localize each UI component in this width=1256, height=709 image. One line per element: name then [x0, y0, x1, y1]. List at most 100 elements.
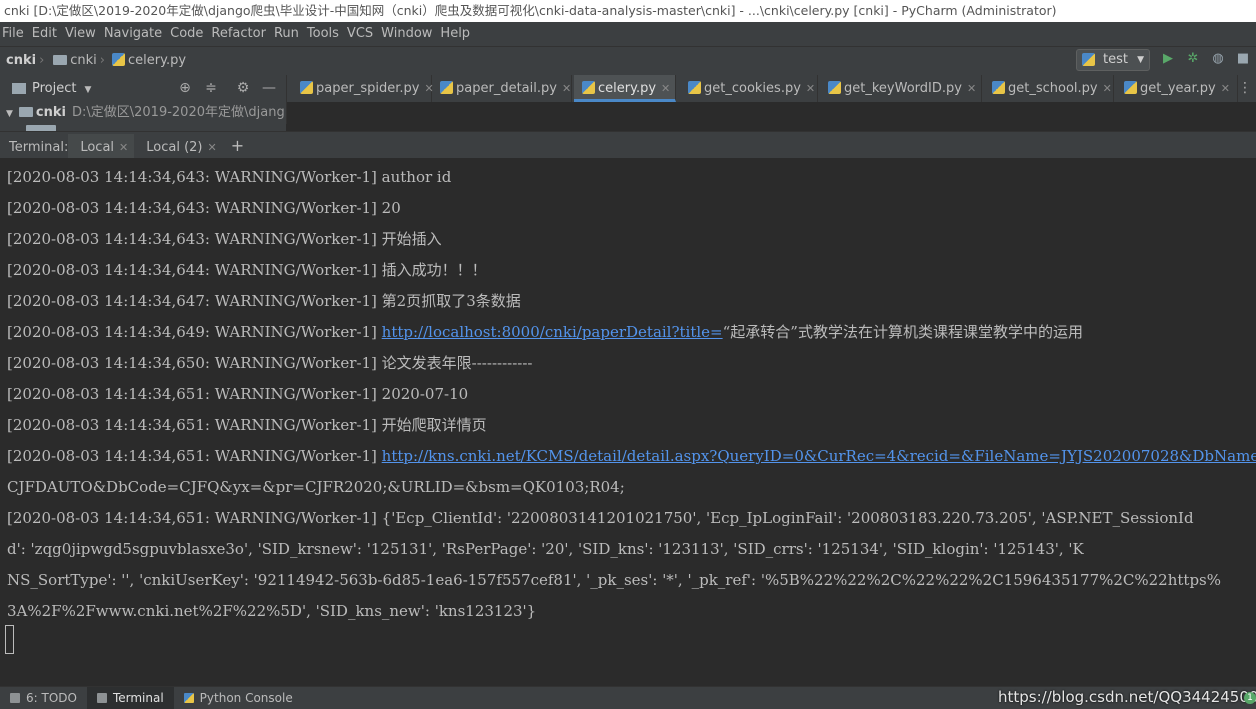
menu-edit[interactable]: Edit	[28, 22, 61, 46]
tab-get-year[interactable]: get_year.py ✕	[1116, 75, 1238, 102]
menu-view[interactable]: View	[61, 22, 100, 46]
terminal-line: [2020-08-03 14:14:34,649: WARNING/Worker…	[7, 323, 1083, 341]
close-icon[interactable]: ✕	[661, 82, 670, 95]
tab-label: get_keyWordID.py	[844, 81, 962, 96]
close-icon[interactable]: ✕	[1221, 82, 1230, 95]
menu-help[interactable]: Help	[436, 22, 474, 46]
tab-get-school[interactable]: get_school.py ✕	[984, 75, 1114, 102]
terminal-line: [2020-08-03 14:14:34,643: WARNING/Worker…	[7, 168, 452, 186]
terminal-line: [2020-08-03 14:14:34,643: WARNING/Worker…	[7, 230, 442, 248]
editor-area	[287, 102, 1256, 124]
todo-icon	[10, 693, 20, 703]
tab-row: Project ▼ ⊕ ≑ ⚙ — paper_spider.py ✕ paper_…	[0, 75, 1256, 103]
terminal-tab-local-2[interactable]: Local (2) ✕	[134, 134, 222, 161]
coverage-icon[interactable]: ◍	[1210, 51, 1226, 67]
terminal-line: CJFDAUTO&DbCode=CJFQ&yx=&pr=CJFR2020;&UR…	[7, 478, 625, 496]
run-configuration-select[interactable]: test ▼	[1076, 49, 1150, 71]
terminal-line: [2020-08-03 14:14:34,651: WARNING/Worker…	[7, 385, 469, 403]
tab-label: paper_spider.py	[316, 81, 420, 96]
terminal-line: [2020-08-03 14:14:34,644: WARNING/Worker…	[7, 261, 487, 279]
python-file-icon	[112, 53, 125, 66]
python-file-icon	[300, 81, 313, 94]
terminal-line: [2020-08-03 14:14:34,643: WARNING/Worker…	[7, 199, 401, 217]
breadcrumb-file[interactable]: celery.py	[128, 47, 186, 75]
navigation-bar: cnki › cnki › celery.py	[0, 46, 1256, 76]
tab-celery[interactable]: celery.py ✕	[574, 75, 676, 102]
tool-tab-python-console[interactable]: Python Console	[174, 687, 303, 709]
collapse-icon[interactable]: ≑	[202, 75, 220, 102]
tab-get-keywordid[interactable]: get_keyWordID.py ✕	[820, 75, 982, 102]
python-file-icon	[1082, 53, 1095, 66]
project-tree-child	[0, 124, 286, 131]
menu-file[interactable]: File	[0, 22, 28, 46]
terminal-link[interactable]: http://localhost:8000/cnki/paperDetail?t…	[382, 323, 723, 341]
terminal-line: NS_SortType': '', 'cnkiUserKey': '921149…	[7, 571, 1221, 589]
python-console-icon	[183, 693, 194, 703]
close-icon[interactable]: ✕	[562, 82, 571, 95]
close-icon[interactable]: ✕	[1103, 82, 1112, 95]
terminal-line: [2020-08-03 14:14:34,647: WARNING/Worker…	[7, 292, 521, 310]
folder-icon	[18, 107, 33, 117]
hide-icon[interactable]: —	[260, 75, 278, 102]
menu-bar: File Edit View Navigate Code Refactor Run Tools…	[0, 22, 1256, 46]
chevron-down-icon: ▼	[1137, 55, 1144, 65]
debug-icon[interactable]: ✲	[1185, 51, 1201, 67]
tab-get-cookies[interactable]: get_cookies.py ✕	[680, 75, 818, 102]
tab-label: get_year.py	[1140, 81, 1216, 96]
menu-window[interactable]: Window	[377, 22, 436, 46]
menu-vcs[interactable]: VCS	[343, 22, 377, 46]
python-file-icon	[582, 81, 595, 94]
tab-paper-spider[interactable]: paper_spider.py ✕	[292, 75, 434, 102]
terminal-line: [2020-08-03 14:14:34,651: WARNING/Worker…	[7, 509, 1194, 527]
terminal-output[interactable]: [2020-08-03 14:14:34,643: WARNING/Worker…	[0, 158, 1256, 686]
event-log-badge[interactable]: 1	[1244, 692, 1256, 704]
python-file-icon	[828, 81, 841, 94]
tab-label: get_school.py	[1008, 81, 1098, 96]
tool-tab-terminal[interactable]: Terminal	[86, 687, 174, 709]
project-root-path: D:\定做区\2019-2020年定做\djang	[71, 105, 285, 120]
expand-arrow-icon[interactable]: ▼	[6, 109, 13, 119]
breadcrumb-root[interactable]: cnki	[6, 47, 36, 75]
menu-code[interactable]: Code	[166, 22, 207, 46]
window-title-bar: cnki [D:\定做区\2019-2020年定做\django爬虫\毕业设计-…	[0, 0, 1256, 22]
tab-label: get_cookies.py	[704, 81, 801, 96]
terminal-tab-local[interactable]: Local ✕	[68, 134, 135, 161]
terminal-link[interactable]: http://kns.cnki.net/KCMS/detail/detail.a…	[382, 447, 1256, 465]
terminal-header: Terminal: Local ✕ Local (2) ✕ +	[0, 131, 1256, 161]
python-file-icon	[1124, 81, 1137, 94]
folder-icon	[53, 55, 68, 65]
project-tree-root[interactable]: ▼ cnki D:\定做区\2019-2020年定做\djang	[0, 102, 287, 124]
terminal-line: d': 'zqg0jipwgd5sgpuvblasxe3o', 'SID_krs…	[7, 540, 1084, 558]
project-root-name: cnki	[35, 105, 66, 120]
close-icon[interactable]: ✕	[119, 141, 128, 154]
more-tabs-icon[interactable]: ⋮	[1236, 75, 1254, 102]
chevron-down-icon[interactable]: ▼	[84, 85, 91, 95]
run-icon[interactable]: ▶	[1160, 51, 1176, 67]
terminal-line: [2020-08-03 14:14:34,651: WARNING/Worker…	[7, 416, 487, 434]
terminal-cursor	[5, 625, 14, 654]
close-icon[interactable]: ✕	[967, 82, 976, 95]
terminal-line: [2020-08-03 14:14:34,651: WARNING/Worker…	[7, 441, 1256, 472]
python-file-icon	[440, 81, 453, 94]
watermark-text: https://blog.csdn.net/QQ344245001	[998, 688, 1256, 706]
breadcrumb-separator-icon: ›	[99, 53, 105, 68]
project-icon	[12, 83, 26, 94]
breadcrumb-folder[interactable]: cnki	[70, 47, 97, 75]
menu-navigate[interactable]: Navigate	[100, 22, 166, 46]
menu-refactor[interactable]: Refactor	[207, 22, 270, 46]
python-file-icon	[688, 81, 701, 94]
window-title: cnki [D:\定做区\2019-2020年定做\django爬虫\毕业设计-…	[4, 3, 1057, 18]
python-file-icon	[992, 81, 1005, 94]
add-terminal-icon[interactable]: +	[223, 132, 252, 159]
close-icon[interactable]: ✕	[806, 82, 815, 95]
project-panel-label[interactable]: Project	[32, 81, 76, 96]
stop-icon[interactable]: ■	[1235, 51, 1251, 67]
gear-icon[interactable]: ⚙	[234, 75, 252, 102]
locate-icon[interactable]: ⊕	[176, 75, 194, 102]
terminal-title: Terminal:	[9, 140, 69, 155]
tab-paper-detail[interactable]: paper_detail.py ✕	[432, 75, 572, 102]
close-icon[interactable]: ✕	[208, 141, 217, 154]
tool-tab-todo[interactable]: 6: TODO	[0, 687, 87, 709]
menu-tools[interactable]: Tools	[303, 22, 343, 46]
menu-run[interactable]: Run	[270, 22, 303, 46]
